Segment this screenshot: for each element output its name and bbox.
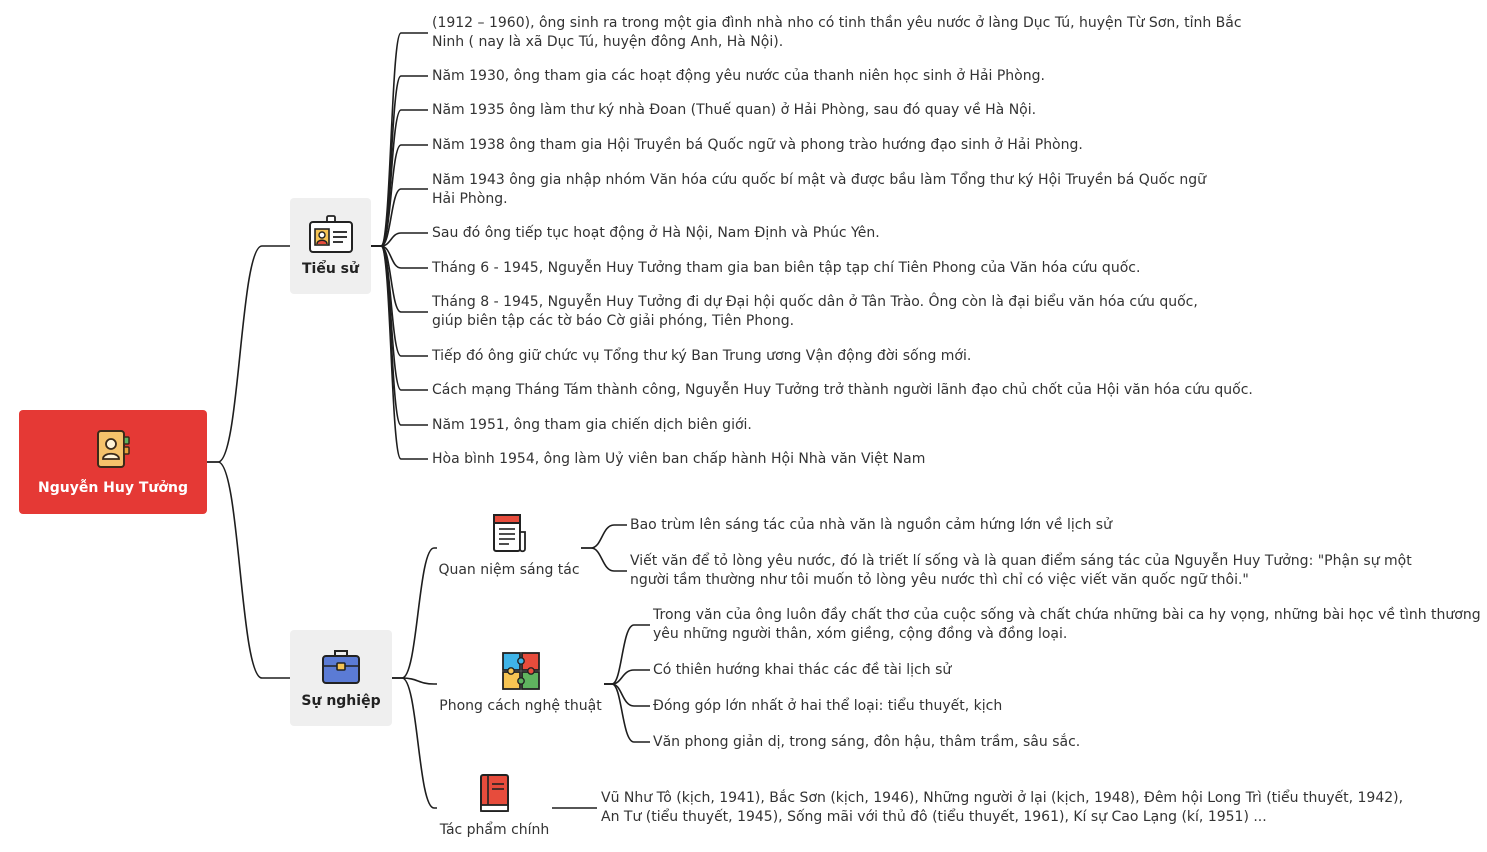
tieu-su-item-3: Năm 1938 ông tham gia Hội Truyền bá Quốc…	[432, 137, 1083, 153]
connector-pc-3	[604, 683, 650, 743]
connector-sn-phong-cach	[392, 677, 437, 685]
connector-sn-quan-niem	[392, 547, 437, 679]
connector-qn-1	[581, 547, 627, 572]
tieu-su-item-9: Cách mạng Tháng Tám thành công, Nguyễn H…	[432, 382, 1253, 398]
connector-sn-tac-pham	[392, 677, 437, 809]
phong-cach-item-2: Đóng góp lớn nhất ở hai thể loại: tiểu t…	[653, 698, 1003, 714]
branch-su-nghiep-label: Sự nghiệp	[301, 693, 381, 709]
quan-niem-item-0: Bao trùm lên sáng tác của nhà văn là ngu…	[630, 517, 1112, 533]
connector-root-tieu-su	[207, 245, 290, 463]
connector-pc-0	[604, 624, 650, 685]
tieu-su-item-5: Sau đó ông tiếp tục hoạt động ở Hà Nội, …	[432, 225, 880, 241]
connector-ts-3	[371, 144, 428, 247]
phong-cach-item-3: Văn phong giản dị, trong sáng, đôn hậu, …	[653, 734, 1081, 750]
sub-tac-pham-chinh[interactable]: Tác phẩm chính	[437, 772, 552, 838]
connector-ts-8	[371, 245, 428, 357]
branch-su-nghiep[interactable]: Sự nghiệp	[290, 630, 392, 726]
sub-quan-niem-sang-tac[interactable]: Quan niệm sáng tác	[437, 512, 581, 578]
notebook-user-icon	[97, 430, 130, 468]
connector-ts-7	[371, 245, 428, 313]
connector-ts-2	[371, 109, 428, 247]
document-icon	[493, 514, 526, 553]
connector-ts-11	[371, 245, 428, 460]
phong-cach-item-1: Có thiên hướng khai thác các đề tài lịch…	[653, 662, 952, 678]
tac-pham-item-0: Vũ Như Tô (kịch, 1941), Bắc Sơn (kịch, 1…	[601, 790, 1404, 825]
branch-tieu-su[interactable]: Tiểu sử	[290, 198, 371, 294]
tieu-su-item-0: (1912 – 1960), ông sinh ra trong một gia…	[432, 15, 1242, 50]
connector-pc-2	[604, 683, 650, 707]
tieu-su-item-2: Năm 1935 ông làm thư ký nhà Đoan (Thuế q…	[432, 102, 1037, 118]
id-badge-icon	[308, 215, 353, 253]
book-icon	[479, 774, 509, 812]
tieu-su-item-4: Năm 1943 ông gia nhập nhóm Văn hóa cứu q…	[432, 172, 1206, 207]
puzzle-icon	[501, 652, 540, 690]
sub-phong-cach-nghe-thuat[interactable]: Phong cách nghệ thuật	[437, 650, 604, 714]
phong-cach-item-0: Trong văn của ông luôn đầy chất thơ của …	[653, 607, 1481, 642]
tieu-su-item-6: Tháng 6 - 1945, Nguyễn Huy Tưởng tham gi…	[432, 260, 1141, 276]
connector-ts-0	[371, 32, 428, 247]
branch-tieu-su-label: Tiểu sử	[302, 261, 359, 277]
tieu-su-item-8: Tiếp đó ông giữ chức vụ Tổng thư ký Ban …	[432, 348, 972, 364]
connector-ts-4	[371, 188, 428, 247]
connector-qn-0	[581, 524, 627, 549]
connector-root-su-nghiep	[207, 461, 290, 679]
connector-ts-1	[371, 75, 428, 247]
tieu-su-item-7: Tháng 8 - 1945, Nguyễn Huy Tưởng đi dự Đ…	[432, 294, 1198, 329]
quan-niem-item-1: Viết văn để tỏ lòng yêu nước, đó là triế…	[630, 553, 1412, 588]
root-label: Nguyễn Huy Tưởng	[38, 480, 188, 496]
connector-ts-6	[371, 245, 428, 269]
connector-pc-1	[604, 669, 650, 685]
tieu-su-item-1: Năm 1930, ông tham gia các hoạt động yêu…	[432, 68, 1045, 84]
sub-phong-cach-label: Phong cách nghệ thuật	[439, 698, 602, 714]
connector-ts-5	[371, 232, 428, 247]
sub-quan-niem-label: Quan niệm sáng tác	[438, 562, 580, 578]
connector-ts-10	[371, 245, 428, 426]
tieu-su-item-11: Hòa bình 1954, ông làm Uỷ viên ban chấp …	[432, 451, 926, 467]
sub-tac-pham-label: Tác phẩm chính	[439, 822, 550, 838]
briefcase-icon	[322, 650, 360, 684]
root-node[interactable]: Nguyễn Huy Tưởng	[19, 410, 207, 514]
tieu-su-item-10: Năm 1951, ông tham gia chiến dịch biên g…	[432, 417, 752, 433]
